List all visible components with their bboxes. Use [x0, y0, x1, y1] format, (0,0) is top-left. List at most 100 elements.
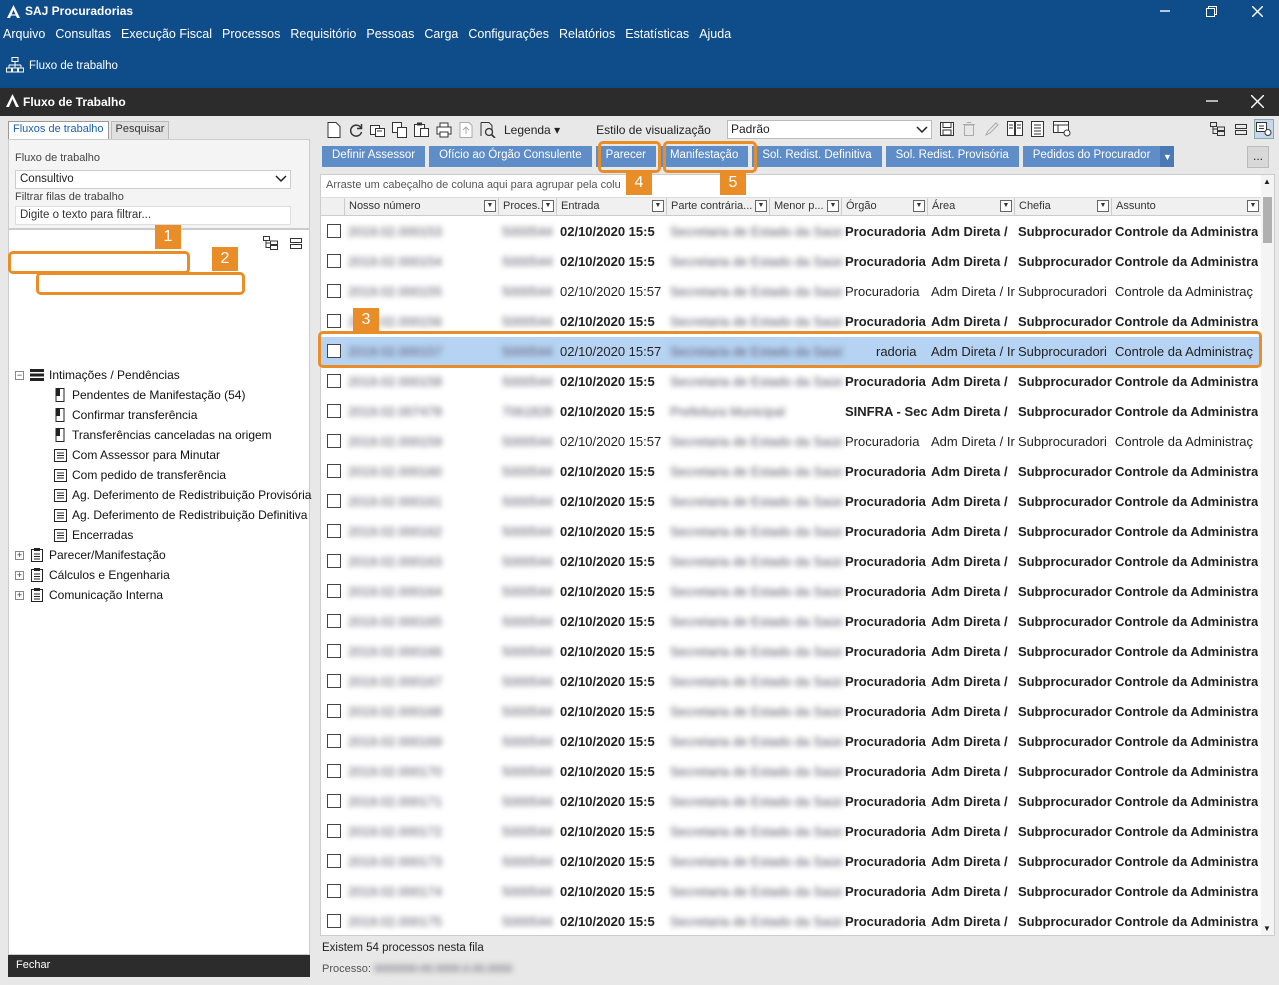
table-row[interactable]: 2019.02.000163 5000544 02/10/2020 15:5 Secr…	[321, 547, 1261, 577]
column-filter-icon[interactable]: ▼	[652, 200, 664, 212]
table-row[interactable]: 2019.02.000175 5000544 02/10/2020 15:5 Secr…	[321, 907, 1261, 935]
column-filter-icon[interactable]: ▼	[827, 200, 839, 212]
export-icon[interactable]	[458, 122, 474, 138]
column-filter-icon[interactable]: ▼	[1000, 200, 1012, 212]
table-row[interactable]: 2019.02.000170 5000544 02/10/2020 15:5 Secr…	[321, 757, 1261, 787]
edit-view-icon[interactable]	[984, 122, 999, 139]
row-checkbox[interactable]	[327, 824, 341, 838]
column-header[interactable]: Entrada ▼	[557, 198, 667, 216]
scrollbar-thumb[interactable]	[1263, 197, 1272, 243]
row-checkbox[interactable]	[327, 434, 341, 448]
menu-item[interactable]: Relatórios	[559, 27, 615, 41]
column-header[interactable]: Órgão ▼	[842, 198, 928, 216]
table-row[interactable]: 2019.02.000159 5000544 02/10/2020 15:57 Sec…	[321, 427, 1261, 457]
expand-groups-icon[interactable]	[1210, 122, 1226, 139]
menu-item[interactable]: Consultas	[55, 27, 111, 41]
column-header[interactable]: Área ▼	[928, 198, 1015, 216]
view-style-select[interactable]: Padrão	[727, 120, 932, 139]
table-row[interactable]: 2019.02.000161 5000544 02/10/2020 15:5 Secr…	[321, 487, 1261, 517]
row-checkbox[interactable]	[327, 884, 341, 898]
row-checkbox[interactable]	[327, 644, 341, 658]
table-row[interactable]: 2019.02.000158 5000544 02/10/2020 15:5 Secr…	[321, 367, 1261, 397]
workflow-select[interactable]: Consultivo	[15, 170, 291, 189]
row-checkbox[interactable]	[327, 254, 341, 268]
row-checkbox[interactable]	[327, 584, 341, 598]
menu-item[interactable]: Ajuda	[699, 27, 731, 41]
table-row[interactable]: 2019.02.000154 5000544 02/10/2020 15:5 Secr…	[321, 247, 1261, 277]
column-header[interactable]: Parte contrária... ▼	[667, 198, 770, 216]
collapse-tree-icon[interactable]	[289, 236, 303, 253]
row-checkbox[interactable]	[327, 704, 341, 718]
move-items-icon[interactable]	[370, 122, 386, 138]
workflow-ribbon-button[interactable]: Fluxo de trabalho	[6, 56, 118, 76]
row-checkbox[interactable]	[327, 914, 341, 928]
row-checkbox[interactable]	[327, 494, 341, 508]
caret-down-icon[interactable]: ▼	[1160, 146, 1175, 167]
tree-node-redist-definitiva[interactable]: Ag. Deferimento de Redistribuição Defini…	[53, 506, 307, 524]
expand-node-icon[interactable]: +	[15, 570, 24, 580]
tab-workflows[interactable]: Fluxos de trabalho	[8, 121, 109, 139]
action-button[interactable]: Ofício ao Órgão Consulente	[429, 146, 592, 167]
menu-item[interactable]: Requisitório	[290, 27, 356, 41]
search-document-icon[interactable]	[480, 122, 496, 138]
table-row[interactable]: 2019.02.000168 5000544 02/10/2020 15:5 Secr…	[321, 697, 1261, 727]
row-checkbox[interactable]	[327, 374, 341, 388]
action-button[interactable]: Sol. Redist. Provisória	[885, 146, 1019, 167]
column-filter-icon[interactable]: ▼	[913, 200, 925, 212]
tree-node-calculos[interactable]: + Cálculos e Engenharia	[15, 566, 170, 584]
row-checkbox[interactable]	[327, 734, 341, 748]
table-row[interactable]: 2019.02.000172 5000544 02/10/2020 15:5 Secr…	[321, 817, 1261, 847]
column-filter-icon[interactable]: ▼	[755, 200, 767, 212]
save-view-icon[interactable]	[940, 122, 954, 139]
row-checkbox[interactable]	[327, 614, 341, 628]
table-row[interactable]: 2019.02.000162 5000544 02/10/2020 15:5 Secr…	[321, 517, 1261, 547]
menu-item[interactable]: Carga	[424, 27, 458, 41]
expand-node-icon[interactable]: +	[15, 550, 24, 560]
column-header[interactable]: Assunto ▼	[1112, 198, 1262, 216]
window-minimize-icon[interactable]	[1206, 95, 1218, 110]
table-row[interactable]: 2019.02.000165 5000544 02/10/2020 15:5 Secr…	[321, 607, 1261, 637]
table-row[interactable]: 2019.02.000160 5000544 02/10/2020 15:5 Secr…	[321, 457, 1261, 487]
preview-panel-icon[interactable]	[1254, 119, 1274, 139]
legend-dropdown[interactable]: Legenda ▾	[504, 123, 560, 137]
layout-settings-icon[interactable]	[1053, 121, 1071, 140]
restore-icon[interactable]	[1192, 0, 1230, 22]
row-checkbox[interactable]	[327, 794, 341, 808]
row-checkbox[interactable]	[327, 224, 341, 238]
row-checkbox[interactable]	[327, 674, 341, 688]
expand-node-icon[interactable]: +	[15, 590, 24, 600]
column-header[interactable]: Menor p... ▼	[770, 198, 842, 216]
paste-icon[interactable]	[414, 122, 430, 138]
expand-tree-icon[interactable]	[263, 236, 279, 253]
table-row[interactable]: 2019.02.000166 5000544 02/10/2020 15:5 Secr…	[321, 637, 1261, 667]
column-filter-icon[interactable]: ▼	[1097, 200, 1109, 212]
table-row[interactable]: 2019.02.000167 5000544 02/10/2020 15:5 Secr…	[321, 667, 1261, 697]
menu-item[interactable]: Execução Fiscal	[121, 27, 212, 41]
tree-node-assessor[interactable]: Com Assessor para Minutar	[53, 446, 220, 464]
column-filter-icon[interactable]: ▼	[484, 200, 496, 212]
close-icon[interactable]	[1238, 0, 1276, 22]
table-row[interactable]: 2019.02.000153 5000544 02/10/2020 15:5 Secr…	[321, 217, 1261, 247]
tree-node-encerradas[interactable]: Encerradas	[53, 526, 133, 544]
table-row[interactable]: 2019.02.000171 5000544 02/10/2020 15:5 Secr…	[321, 787, 1261, 817]
copy-items-icon[interactable]	[392, 122, 408, 138]
column-filter-icon[interactable]: ▼	[1247, 200, 1259, 212]
tree-node-redist-provisoria[interactable]: Ag. Deferimento de Redistribuição Provis…	[53, 486, 311, 504]
table-row[interactable]: 2019.02.000155 5000544 02/10/2020 15:57 Sec…	[321, 277, 1261, 307]
tree-node-intimacoes[interactable]: − Intimações / Pendências	[15, 366, 180, 384]
action-button[interactable]: Sol. Redist. Definitiva	[752, 146, 882, 167]
table-row[interactable]: 2019.02.007478 7061828 02/10/2020 15:5 Pref…	[321, 397, 1261, 427]
tree-node-pendentes[interactable]: Pendentes de Manifestação (54)	[53, 386, 245, 404]
scroll-up-icon[interactable]: ▲	[1263, 177, 1271, 186]
columns-view-icon[interactable]	[1007, 121, 1023, 140]
tree-node-parecer[interactable]: + Parecer/Manifestação	[15, 546, 166, 564]
tree-node-pedido-transferencia[interactable]: Com pedido de transferência	[53, 466, 226, 484]
delete-view-icon[interactable]	[963, 122, 975, 139]
action-button[interactable]: Definir Assessor	[322, 146, 426, 167]
row-checkbox[interactable]	[327, 404, 341, 418]
table-row[interactable]: 2019.02.000173 5000544 02/10/2020 15:5 Secr…	[321, 847, 1261, 877]
window-close-icon[interactable]	[1250, 94, 1265, 111]
collapse-groups-icon[interactable]	[1234, 122, 1248, 139]
scroll-down-icon[interactable]: ▼	[1263, 924, 1271, 933]
column-header[interactable]: Chefia ▼	[1015, 198, 1112, 216]
